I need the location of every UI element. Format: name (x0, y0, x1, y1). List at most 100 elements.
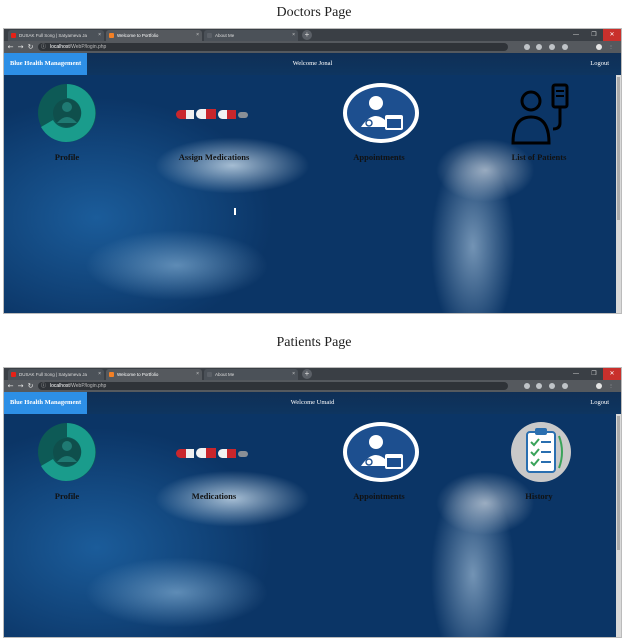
url-input[interactable]: ⓘ localhost/WebP/login.php (38, 43, 508, 51)
maximize-button[interactable]: ❐ (585, 368, 603, 380)
browser-tab[interactable]: DUSAK Full Song | Satyameva Ja × (8, 369, 104, 380)
list-of-patients-tile[interactable]: List of Patients (489, 75, 589, 165)
profile-ring-icon (38, 423, 96, 481)
info-icon: ⓘ (41, 383, 47, 389)
browser-tab[interactable]: Welcome to Portfolio × (106, 369, 202, 380)
medications-tile[interactable]: Medications (164, 414, 264, 504)
patients-page-caption: Patients Page (276, 335, 352, 350)
profile-tile[interactable]: Profile (17, 75, 117, 165)
close-window-button[interactable]: ✕ (603, 29, 621, 41)
patient-iv-icon (511, 83, 569, 145)
page-favicon-icon (207, 33, 212, 38)
window-controls: — ❐ ✕ (567, 368, 621, 380)
reload-icon[interactable]: ↻ (26, 380, 35, 392)
minimize-button[interactable]: — (567, 368, 585, 380)
extension-icon[interactable] (549, 383, 555, 389)
star-icon[interactable] (536, 44, 542, 50)
scrollbar[interactable] (616, 414, 621, 637)
youtube-favicon-icon (11, 372, 16, 377)
scrollbar-thumb[interactable] (617, 416, 620, 550)
scrollbar[interactable] (616, 75, 621, 313)
profile-avatar-icon[interactable] (596, 44, 602, 50)
history-tile[interactable]: History (489, 414, 589, 504)
back-arrow-icon[interactable]: ← (6, 41, 15, 53)
tab-close-icon[interactable]: × (196, 369, 199, 380)
tab-title: DUSAK Full Song | Satyameva Ja (19, 33, 87, 38)
portfolio-favicon-icon (109, 372, 114, 377)
key-icon[interactable] (524, 383, 530, 389)
profile-ring-icon (38, 84, 96, 142)
patients-screenshot: DUSAK Full Song | Satyameva Ja × Welcome… (3, 367, 622, 638)
welcome-message: Welcome Umaid (290, 399, 335, 406)
profile-avatar-icon[interactable] (596, 383, 602, 389)
pills-icon (176, 109, 248, 119)
site-navbar: Welcome Umaid Blue Health Management Log… (4, 392, 621, 414)
tile-label: Profile (54, 152, 80, 162)
welcome-message: Welcome Jonal (292, 60, 333, 67)
key-icon[interactable] (524, 44, 530, 50)
tab-title: DUSAK Full Song | Satyameva Ja (19, 372, 87, 377)
hero-background: Profile Assign Medications Appointments … (4, 75, 621, 313)
clipboard-checklist-icon (511, 422, 571, 482)
tile-label: Profile (54, 491, 80, 501)
browser-tab[interactable]: Welcome to Portfolio × (106, 30, 202, 41)
menu-dots-icon[interactable]: ⋮ (608, 383, 614, 389)
extension-icon[interactable] (562, 383, 568, 389)
info-icon: ⓘ (41, 44, 47, 50)
tab-close-icon[interactable]: × (98, 30, 101, 41)
new-tab-button[interactable]: + (302, 30, 312, 40)
tile-label: Appointments (353, 152, 405, 162)
doctor-calendar-icon (343, 422, 419, 482)
brand-link[interactable]: Blue Health Management (4, 53, 88, 75)
appointments-tile[interactable]: Appointments (329, 75, 429, 165)
url-path: /WebP/login.php (69, 44, 107, 50)
tab-close-icon[interactable]: × (196, 30, 199, 41)
profile-tile[interactable]: Profile (17, 414, 117, 504)
portfolio-favicon-icon (109, 33, 114, 38)
maximize-button[interactable]: ❐ (585, 29, 603, 41)
browser-tab[interactable]: About Me × (204, 369, 298, 380)
brand-link[interactable]: Blue Health Management (4, 392, 88, 414)
url-path: /WebP/login.php (69, 383, 107, 389)
pills-icon (176, 448, 248, 458)
youtube-favicon-icon (11, 33, 16, 38)
tab-close-icon[interactable]: × (292, 30, 295, 41)
doctor-calendar-icon (343, 83, 419, 143)
close-window-button[interactable]: ✕ (603, 368, 621, 380)
url-input[interactable]: ⓘ localhost/WebP/login.php (38, 382, 508, 390)
browser-tab[interactable]: DUSAK Full Song | Satyameva Ja × (8, 30, 104, 41)
doctors-screenshot: DUSAK Full Song | Satyameva Ja × Welcome… (3, 28, 622, 314)
tile-label: Appointments (353, 491, 405, 501)
tile-label: Assign Medications (178, 152, 250, 162)
doctors-page-caption: Doctors Page (276, 5, 352, 20)
minimize-button[interactable]: — (567, 29, 585, 41)
appointments-tile[interactable]: Appointments (329, 414, 429, 504)
browser-tab-bar: DUSAK Full Song | Satyameva Ja × Welcome… (4, 368, 621, 380)
tab-close-icon[interactable]: × (292, 369, 295, 380)
forward-arrow-icon[interactable]: → (16, 41, 25, 53)
extension-icon[interactable] (562, 44, 568, 50)
extension-icon[interactable] (549, 44, 555, 50)
tab-title: Welcome to Portfolio (117, 33, 159, 38)
back-arrow-icon[interactable]: ← (6, 380, 15, 392)
menu-dots-icon[interactable]: ⋮ (608, 44, 614, 50)
browser-tab-bar: DUSAK Full Song | Satyameva Ja × Welcome… (4, 29, 621, 41)
tile-label: List of Patients (511, 152, 567, 162)
reload-icon[interactable]: ↻ (26, 41, 35, 53)
tab-close-icon[interactable]: × (98, 369, 101, 380)
new-tab-button[interactable]: + (302, 369, 312, 379)
browser-address-bar: ← → ↻ ⓘ localhost/WebP/login.php ⋮ (4, 41, 621, 53)
tab-title: About Me (215, 33, 235, 38)
url-host: localhost (50, 44, 70, 50)
logout-link[interactable]: Logout (590, 53, 609, 75)
forward-arrow-icon[interactable]: → (16, 380, 25, 392)
assign-medications-tile[interactable]: Assign Medications (164, 75, 264, 165)
site-navbar: Welcome Jonal Blue Health Management Log… (4, 53, 621, 75)
url-host: localhost (50, 383, 70, 389)
tab-title: Welcome to Portfolio (117, 372, 159, 377)
browser-tab[interactable]: About Me × (204, 30, 298, 41)
logout-link[interactable]: Logout (590, 392, 609, 414)
hero-background: Profile Medications Appointments History (4, 414, 621, 637)
scrollbar-thumb[interactable] (617, 77, 620, 220)
star-icon[interactable] (536, 383, 542, 389)
